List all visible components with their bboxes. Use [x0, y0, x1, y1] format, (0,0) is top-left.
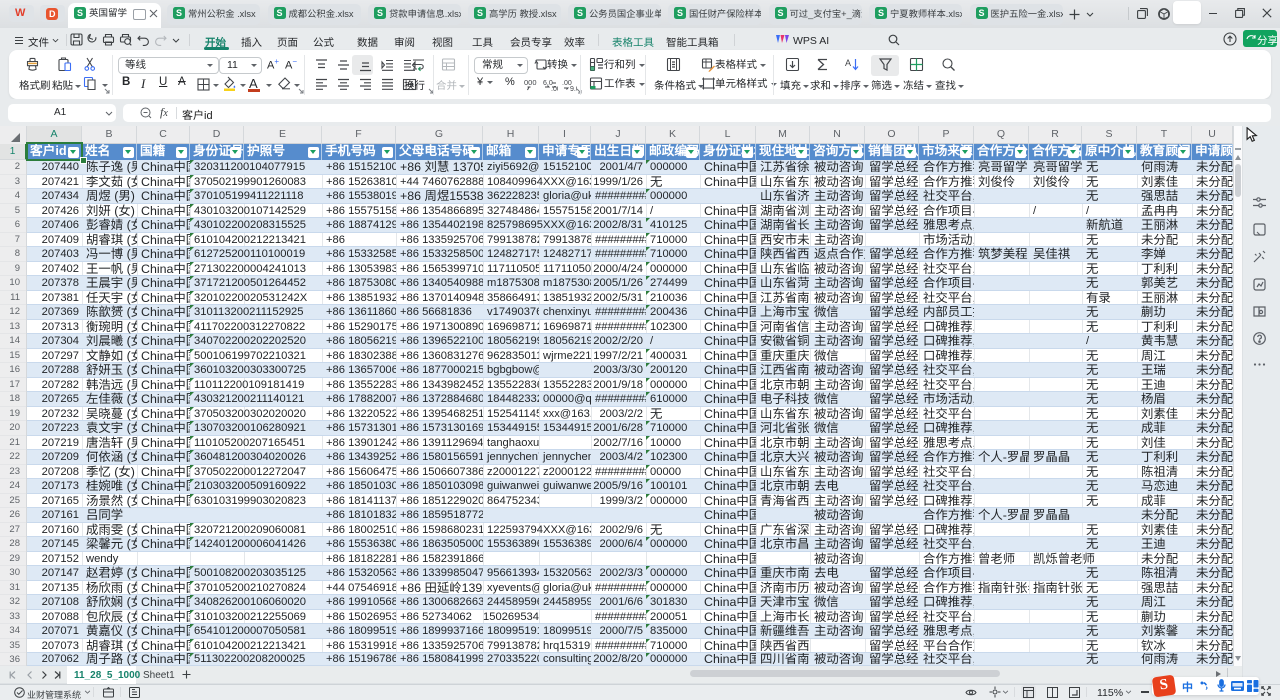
svg-text:000: 000 — [524, 78, 537, 87]
svg-text:.00: .00 — [551, 86, 558, 92]
svg-text:A: A — [845, 58, 851, 68]
